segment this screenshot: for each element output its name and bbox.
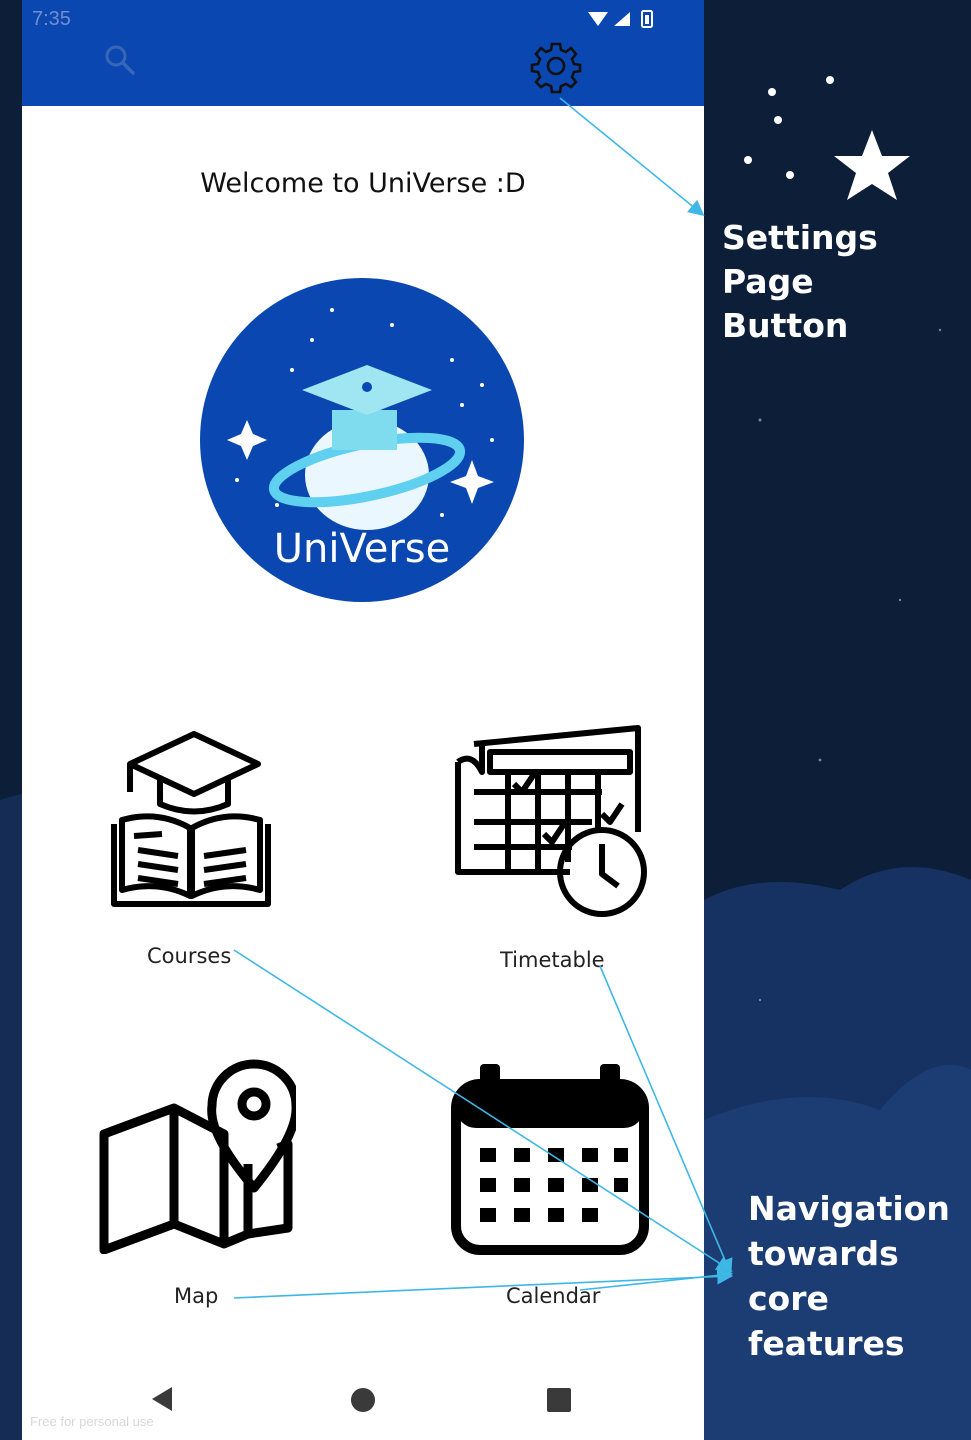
back-icon[interactable] bbox=[148, 1385, 176, 1413]
calendar-icon[interactable] bbox=[450, 1058, 650, 1258]
map-label[interactable]: Map bbox=[174, 1284, 218, 1308]
welcome-title: Welcome to UniVerse :D bbox=[200, 168, 526, 199]
courses-book-icon[interactable] bbox=[108, 724, 274, 910]
navigation-annotation: Navigation towards core features bbox=[748, 1186, 968, 1366]
navigation-annotation-line: features bbox=[748, 1324, 905, 1363]
navigation-annotation-line: towards bbox=[748, 1234, 899, 1273]
navigation-annotation-line: core bbox=[748, 1279, 829, 1318]
watermark-text: Free for personal use bbox=[30, 1414, 154, 1429]
logo-text: UniVerse bbox=[274, 526, 451, 572]
recents-icon[interactable] bbox=[546, 1387, 572, 1413]
map-icon[interactable] bbox=[98, 1058, 296, 1254]
calendar-label[interactable]: Calendar bbox=[506, 1284, 600, 1308]
settings-annotation-line: Button bbox=[722, 306, 849, 345]
settings-annotation: Settings Page Button bbox=[722, 216, 971, 348]
app-bar: 7:35 bbox=[22, 0, 704, 106]
courses-label[interactable]: Courses bbox=[147, 944, 231, 968]
universe-logo: UniVerse bbox=[200, 278, 524, 602]
timetable-icon[interactable] bbox=[452, 722, 652, 918]
home-icon[interactable] bbox=[350, 1387, 376, 1413]
settings-annotation-line: Settings Page bbox=[722, 218, 878, 301]
phone-screen: 7:35 Welcome to UniVerse :D UniVerse Cou… bbox=[22, 0, 704, 1440]
gear-icon[interactable] bbox=[528, 38, 584, 94]
star-decoration bbox=[744, 76, 910, 200]
status-time: 7:35 bbox=[32, 8, 71, 30]
navigation-annotation-line: Navigation bbox=[748, 1189, 950, 1228]
timetable-label[interactable]: Timetable bbox=[500, 948, 605, 972]
status-icons bbox=[588, 10, 653, 28]
search-icon[interactable] bbox=[102, 42, 138, 78]
